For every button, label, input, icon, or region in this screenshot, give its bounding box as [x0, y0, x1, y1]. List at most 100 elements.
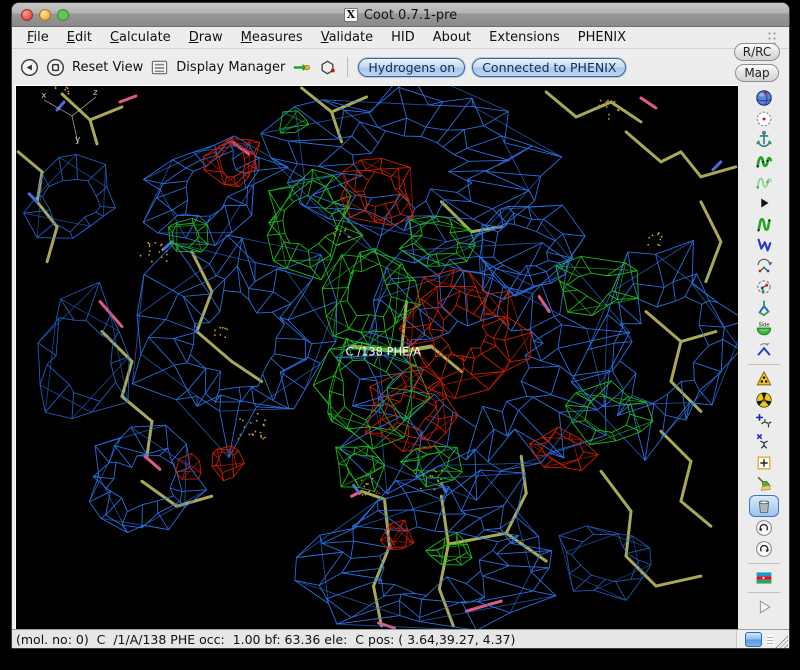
rigid-body-fit-zone-button[interactable]: [751, 193, 777, 213]
scrollbar-thumb[interactable]: [745, 632, 762, 647]
reset-view-back-icon-icon: [20, 58, 39, 77]
menu-item-measures[interactable]: Measures: [232, 28, 312, 47]
place-atom-at-pointer-icon: [755, 454, 773, 472]
svg-text:C /138 PHE/A: C /138 PHE/A: [346, 345, 422, 359]
redo-button[interactable]: [751, 539, 777, 559]
menu-item-file[interactable]: File: [18, 28, 58, 47]
menu-item-about[interactable]: About: [424, 28, 480, 47]
flag-icon: [755, 569, 773, 587]
undo-button[interactable]: [751, 518, 777, 538]
edit-chi-angles-button[interactable]: [751, 277, 777, 297]
ligand-builder-icon-icon: [318, 58, 337, 77]
recentre-button[interactable]: [751, 109, 777, 129]
menu-bar: FileEditCalculateDrawMeasuresValidateHID…: [12, 27, 789, 49]
delete-item-button[interactable]: [749, 495, 779, 517]
fix-atoms-button[interactable]: [751, 130, 777, 150]
display-manager-icon[interactable]: [150, 58, 169, 77]
reset-view-stop-icon[interactable]: [46, 58, 65, 77]
status-text: (mol. no: 0) C /1/A/138 PHE occ: 1.00 bf…: [12, 630, 736, 649]
place-atom-at-pointer-button[interactable]: [751, 453, 777, 473]
title-center: X Coot 0.7.1-pre: [12, 3, 789, 27]
add-terminal-residue-icon: [755, 412, 773, 430]
display-manager-button[interactable]: Display Manager: [176, 60, 285, 75]
rotate-translate-zone-button[interactable]: [751, 256, 777, 276]
svg-text:y: y: [75, 135, 81, 145]
toolbar-separator: [748, 563, 780, 564]
reset-view-stop-icon-icon: [46, 58, 65, 77]
rigid-body-fit-zone-icon: [755, 194, 773, 212]
menu-item-hid[interactable]: HID: [382, 28, 424, 47]
mutate-and-autofit-icon: [755, 370, 773, 388]
play-icon: [755, 598, 773, 616]
add-alt-conf-button[interactable]: [751, 432, 777, 452]
menu-item-edit[interactable]: Edit: [58, 28, 101, 47]
flag-button[interactable]: [751, 568, 777, 588]
gl-viewport[interactable]: x y z C /138 PHE/A: [15, 85, 738, 629]
auto-fit-rotamer-button[interactable]: [751, 214, 777, 234]
views-sphere-button[interactable]: [751, 88, 777, 108]
r-rc-button[interactable]: R/RC: [734, 43, 781, 61]
main-toolbar: Reset View Display Manager Hydrogens on …: [12, 49, 738, 85]
reset-view-button[interactable]: Reset View: [72, 60, 143, 75]
simple-mutate-icon: [755, 391, 773, 409]
clear-pending-picks-icon: [755, 475, 773, 493]
real-space-refine-zone-button[interactable]: [751, 151, 777, 171]
clear-pending-picks-button[interactable]: [751, 474, 777, 494]
reset-view-back-icon[interactable]: [20, 58, 39, 77]
side-chain-180-flip-button[interactable]: Side: [751, 319, 777, 339]
toolbar-separator: [347, 57, 348, 77]
grip-lines-icon: [767, 635, 773, 645]
desktop: X Coot 0.7.1-pre FileEditCalculateDrawMe…: [0, 0, 800, 670]
simple-mutate-button[interactable]: [751, 390, 777, 410]
regularize-zone-icon: [755, 173, 773, 191]
ligand-builder-icon[interactable]: [318, 58, 337, 77]
molecular-scene[interactable]: x y z C /138 PHE/A: [16, 86, 738, 629]
go-to-atom-icon[interactable]: [292, 58, 311, 77]
toolbar-separator: [748, 364, 780, 365]
phenix-connection-button[interactable]: Connected to PHENIX: [472, 58, 626, 77]
redo-icon: [755, 540, 773, 558]
title-bar[interactable]: X Coot 0.7.1-pre: [12, 3, 789, 27]
flip-peptide-button[interactable]: [751, 340, 777, 360]
menu-item-validate[interactable]: Validate: [312, 28, 382, 47]
flip-peptide-icon: [755, 341, 773, 359]
hydrogens-toggle-button[interactable]: Hydrogens on: [358, 58, 465, 77]
right-pill-buttons: R/RC Map: [731, 43, 783, 82]
map-button[interactable]: Map: [735, 64, 778, 82]
regularize-zone-button[interactable]: [751, 172, 777, 192]
window-title: Coot 0.7.1-pre: [364, 8, 457, 23]
menu-item-calculate[interactable]: Calculate: [101, 28, 180, 47]
recentre-icon: [755, 110, 773, 128]
rotamers-icon: [755, 236, 773, 254]
torsion-general-icon: [755, 299, 773, 317]
x11-app-icon: X: [344, 8, 358, 22]
menu-item-draw[interactable]: Draw: [180, 28, 232, 47]
mutate-and-autofit-button[interactable]: [751, 369, 777, 389]
svg-text:x: x: [41, 91, 47, 101]
side-chain-180-flip-icon: Side: [755, 320, 773, 338]
menu-item-extensions[interactable]: Extensions: [480, 28, 569, 47]
undo-icon: [755, 519, 773, 537]
status-right-widgets: [736, 630, 789, 649]
delete-item-icon: [755, 497, 773, 515]
real-space-refine-zone-icon: [755, 152, 773, 170]
add-terminal-residue-button[interactable]: [751, 411, 777, 431]
toolbar-separator: [748, 592, 780, 593]
display-manager-icon-icon: [150, 58, 169, 77]
svg-text:Side: Side: [758, 322, 769, 328]
coot-window: X Coot 0.7.1-pre FileEditCalculateDrawMe…: [11, 2, 790, 649]
go-to-atom-icon-icon: [292, 58, 311, 77]
views-sphere-icon: [755, 89, 773, 107]
model-fit-refine-toolbar: Side: [738, 85, 789, 629]
status-bar: (mol. no: 0) C /1/A/138 PHE occ: 1.00 bf…: [12, 629, 789, 649]
rotate-translate-zone-icon: [755, 257, 773, 275]
fix-atoms-icon: [755, 131, 773, 149]
add-alt-conf-icon: [755, 433, 773, 451]
resize-grip[interactable]: [773, 633, 788, 648]
play-button[interactable]: [751, 597, 777, 617]
svg-text:z: z: [93, 88, 98, 98]
torsion-general-button[interactable]: [751, 298, 777, 318]
edit-chi-angles-icon: [755, 278, 773, 296]
rotamers-button[interactable]: [751, 235, 777, 255]
menu-item-phenix[interactable]: PHENIX: [569, 28, 635, 47]
